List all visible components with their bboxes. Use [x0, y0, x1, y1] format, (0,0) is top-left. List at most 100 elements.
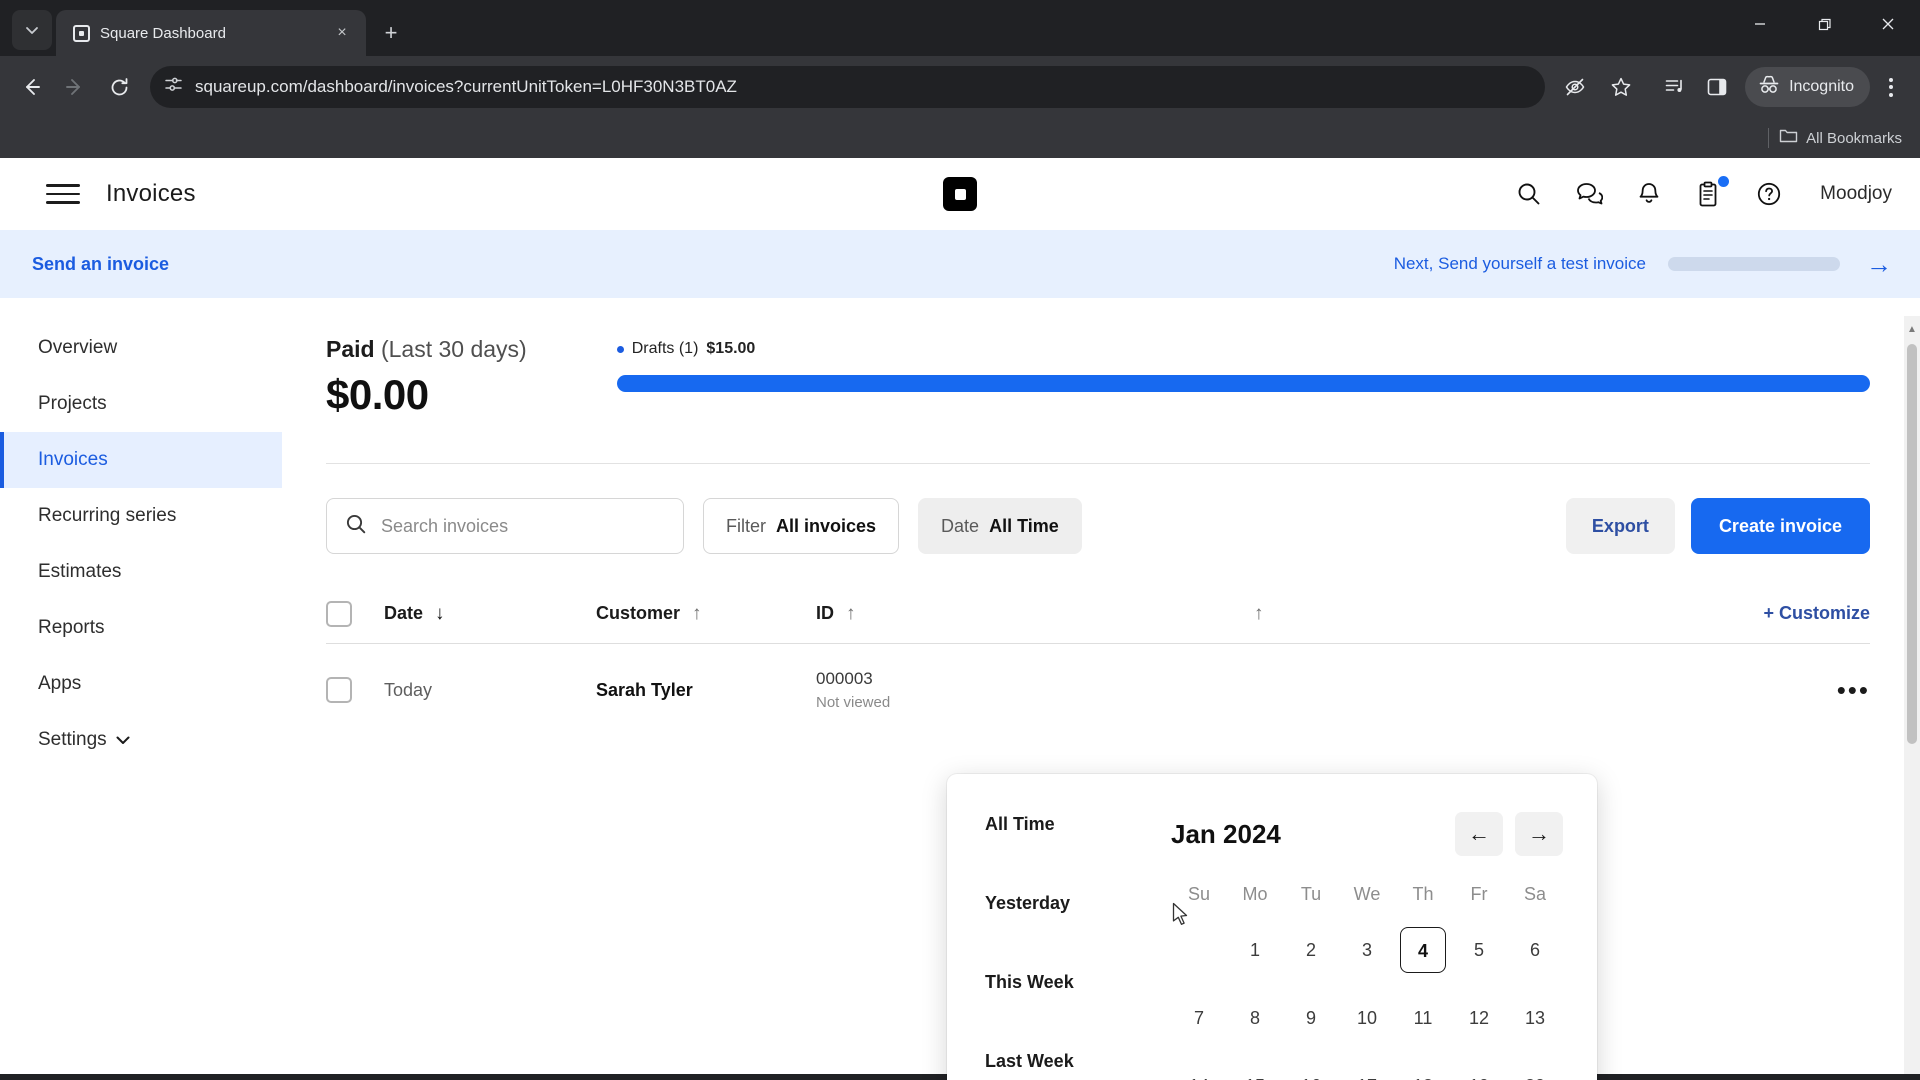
sort-ascending-icon: ↑: [692, 602, 702, 624]
window-controls: [1728, 0, 1920, 48]
drafts-label: Drafts (1) $15.00: [616, 340, 1870, 358]
help-icon[interactable]: [1754, 179, 1784, 209]
back-icon[interactable]: [10, 66, 52, 108]
sidebar-item-apps[interactable]: Apps: [0, 656, 282, 712]
new-tab-button[interactable]: +: [374, 16, 408, 50]
day-cell[interactable]: 17: [1339, 1063, 1395, 1080]
sidebar-item-recurring-series[interactable]: Recurring series: [0, 488, 282, 544]
send-an-invoice-link[interactable]: Send an invoice: [32, 254, 169, 275]
media-list-icon[interactable]: [1655, 67, 1695, 107]
browser-tab[interactable]: Square Dashboard ×: [56, 10, 366, 56]
hamburger-menu-icon[interactable]: [46, 177, 80, 211]
next-month-arrow-icon[interactable]: →: [1515, 812, 1563, 856]
day-cell[interactable]: 11: [1395, 995, 1451, 1041]
sidebar-item-invoices[interactable]: Invoices: [0, 432, 282, 488]
reload-icon[interactable]: [98, 66, 140, 108]
column-header-id[interactable]: ID ↑: [816, 603, 976, 625]
day-cell[interactable]: 3: [1339, 927, 1395, 973]
sidebar-item-label: Invoices: [38, 449, 108, 470]
browser-toolbar: squareup.com/dashboard/invoices?currentU…: [0, 56, 1920, 118]
chrome-menu-icon[interactable]: [1872, 67, 1910, 107]
day-cell[interactable]: 19: [1451, 1063, 1507, 1080]
address-bar[interactable]: squareup.com/dashboard/invoices?currentU…: [150, 66, 1546, 108]
page-scrollbar[interactable]: ▲: [1904, 316, 1920, 1080]
day-cell[interactable]: 15: [1227, 1063, 1283, 1080]
minimize-icon[interactable]: [1728, 0, 1792, 48]
sidebar-item-estimates[interactable]: Estimates: [0, 544, 282, 600]
day-cell[interactable]: 1: [1227, 927, 1283, 973]
hide-password-icon[interactable]: [1555, 67, 1595, 107]
date-dropdown[interactable]: Date All Time: [918, 498, 1082, 554]
sidebar-item-label: Apps: [38, 673, 82, 694]
incognito-icon: [1757, 74, 1781, 101]
create-invoice-button[interactable]: Create invoice: [1690, 498, 1870, 554]
side-panel-icon[interactable]: [1697, 67, 1737, 107]
column-header-extra[interactable]: ↑ + Customize: [976, 603, 1870, 625]
column-header-customer[interactable]: Customer ↑: [596, 603, 816, 625]
day-cell[interactable]: 10: [1339, 995, 1395, 1041]
bell-icon[interactable]: [1634, 179, 1664, 209]
filter-dropdown[interactable]: Filter All invoices: [703, 498, 900, 554]
day-cell[interactable]: 16: [1283, 1063, 1339, 1080]
promo-arrow-icon[interactable]: →: [1866, 249, 1892, 280]
select-all-checkbox[interactable]: [326, 600, 352, 627]
preset-yesterday[interactable]: Yesterday: [985, 893, 1147, 972]
messages-icon[interactable]: [1574, 179, 1604, 209]
day-cell[interactable]: 6: [1507, 927, 1563, 973]
tab-search-button[interactable]: [12, 10, 52, 50]
all-bookmarks-button[interactable]: All Bookmarks: [1779, 128, 1902, 148]
column-header-date[interactable]: Date ↓: [384, 603, 596, 625]
day-cell[interactable]: 9: [1283, 995, 1339, 1041]
clipboard-icon[interactable]: [1694, 176, 1730, 209]
customize-columns-button[interactable]: + Customize: [1763, 603, 1870, 624]
scroll-up-arrow-icon[interactable]: ▲: [1904, 319, 1920, 339]
day-cell[interactable]: 7: [1171, 995, 1227, 1041]
search-icon[interactable]: [1514, 179, 1544, 209]
calendar-nav: ← →: [1455, 812, 1563, 856]
drafts-text: Drafts (1): [631, 340, 699, 357]
bookmark-star-icon[interactable]: [1601, 67, 1641, 107]
search-input[interactable]: Search invoices: [326, 498, 684, 554]
row-checkbox[interactable]: [326, 677, 352, 703]
header-actions: Moodjoy: [1514, 176, 1892, 209]
incognito-indicator[interactable]: Incognito: [1745, 67, 1870, 107]
site-settings-icon[interactable]: [164, 75, 183, 99]
close-icon[interactable]: ×: [330, 21, 354, 45]
row-more-actions-icon[interactable]: •••: [1837, 677, 1870, 703]
day-cell-selected[interactable]: 4: [1400, 927, 1446, 973]
sidebar-item-settings[interactable]: Settings: [0, 712, 282, 768]
preset-last-week[interactable]: Last Week: [985, 1051, 1147, 1080]
day-cell[interactable]: 2: [1283, 927, 1339, 973]
maximize-icon[interactable]: [1792, 0, 1856, 48]
cell-id: 000003: [816, 669, 873, 688]
forward-icon[interactable]: [54, 66, 96, 108]
prev-month-arrow-icon[interactable]: ←: [1455, 812, 1503, 856]
day-cell[interactable]: 8: [1227, 995, 1283, 1041]
column-label: Date: [384, 603, 424, 623]
day-cell[interactable]: 5: [1451, 927, 1507, 973]
sort-ascending-icon: ↑: [1254, 602, 1264, 624]
paid-amount: $0.00: [326, 371, 429, 418]
preset-this-week[interactable]: This Week: [985, 972, 1147, 1051]
user-name[interactable]: Moodjoy: [1820, 183, 1892, 205]
day-cell[interactable]: 14: [1171, 1063, 1227, 1080]
sidebar-item-projects[interactable]: Projects: [0, 376, 282, 432]
close-window-icon[interactable]: [1856, 0, 1920, 48]
table-row[interactable]: Today Sarah Tyler 000003 Not viewed •••: [326, 644, 1870, 736]
invoices-table: Date ↓ Customer ↑ ID ↑ ↑ + Customize Tod…: [326, 584, 1870, 736]
sort-descending-icon: ↓: [435, 602, 445, 624]
sort-ascending-icon: ↑: [846, 602, 856, 624]
day-cell[interactable]: 12: [1451, 995, 1507, 1041]
calendar-week-3: 14 15 16 17 18 19 20: [1171, 1063, 1563, 1080]
preset-all-time[interactable]: All Time: [985, 814, 1147, 893]
export-button[interactable]: Export: [1565, 498, 1675, 554]
day-cell[interactable]: 18: [1395, 1063, 1451, 1080]
day-cell[interactable]: 20: [1507, 1063, 1563, 1080]
sidebar-item-overview[interactable]: Overview: [0, 320, 282, 376]
sidebar-item-reports[interactable]: Reports: [0, 600, 282, 656]
scrollbar-thumb[interactable]: [1907, 344, 1917, 744]
square-logo-icon: [72, 24, 90, 42]
calendar-weekday-row: Su Mo Tu We Th Fr Sa: [1171, 884, 1563, 905]
day-cell[interactable]: 13: [1507, 995, 1563, 1041]
main-content: Paid (Last 30 days) $0.00 Drafts (1) $15…: [282, 298, 1920, 768]
